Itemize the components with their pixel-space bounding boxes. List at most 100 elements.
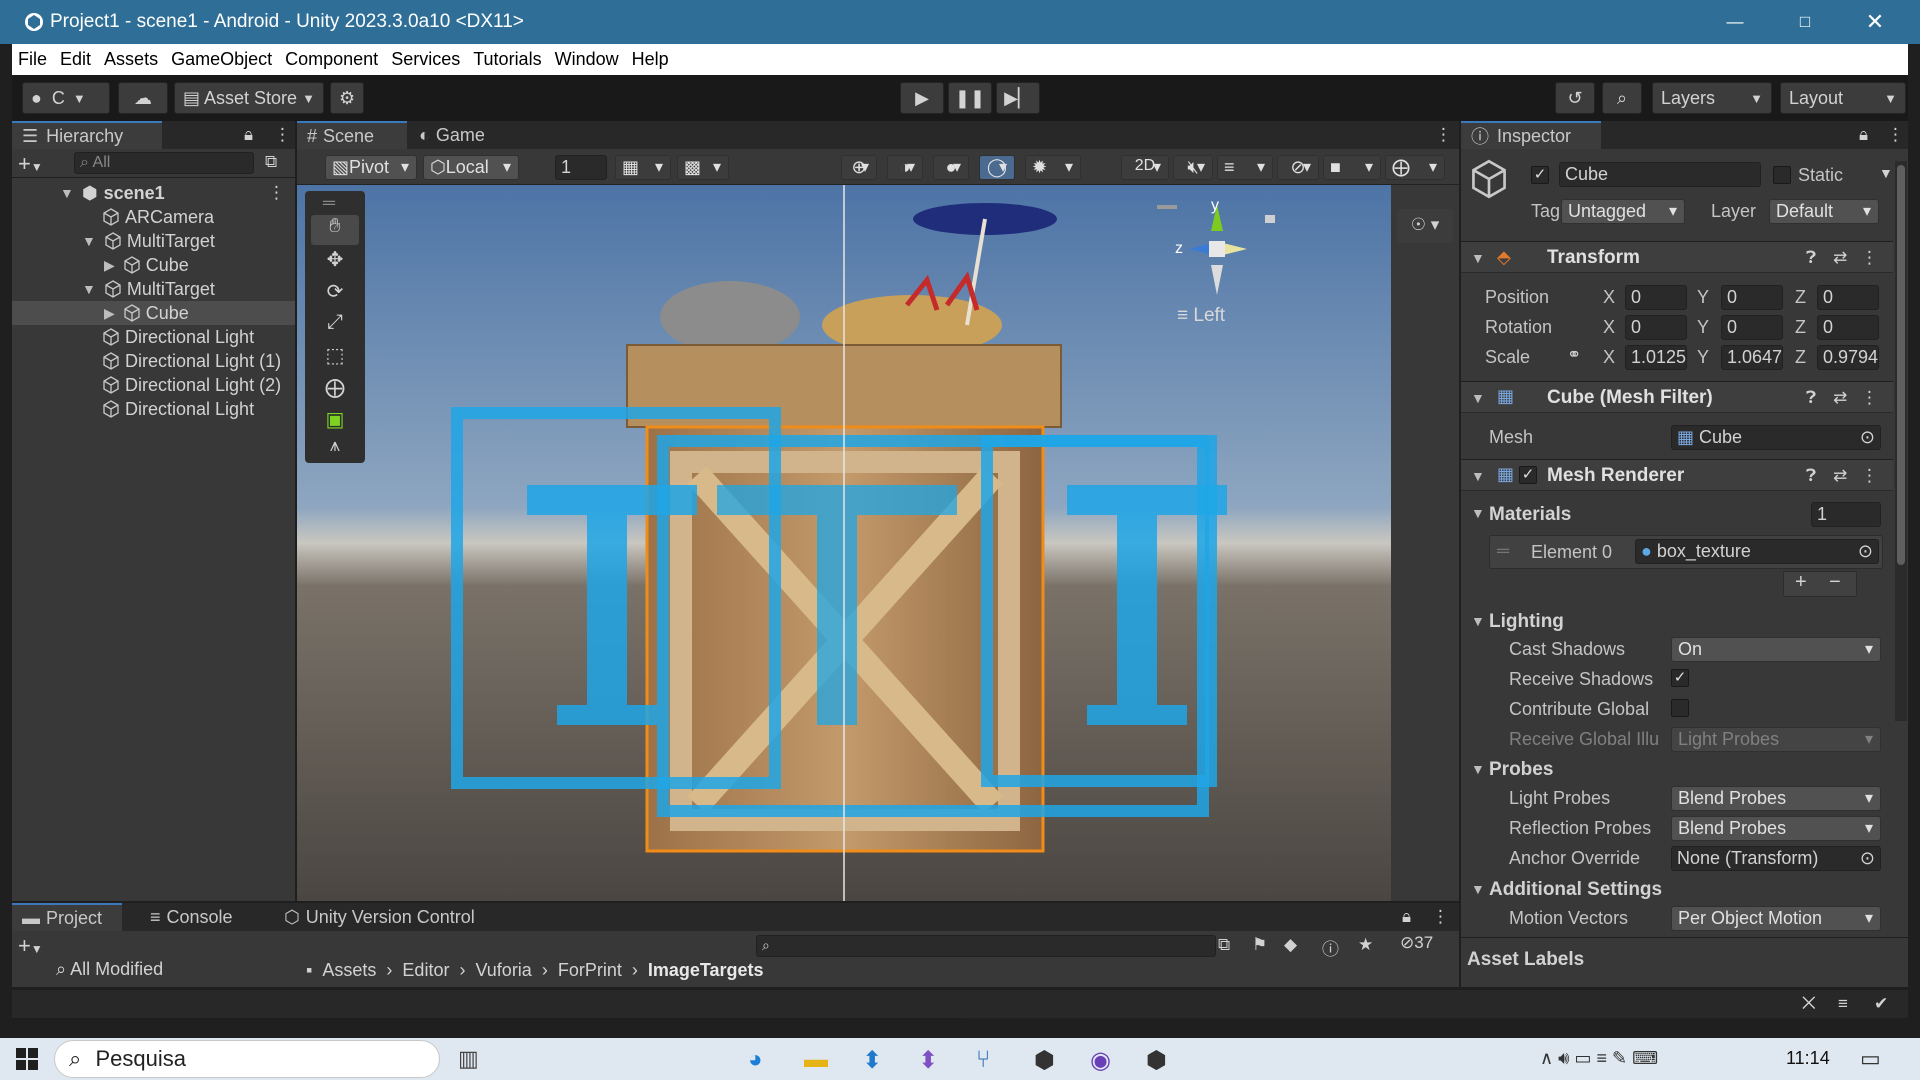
task-view-icon[interactable]: ▥ [458,1046,479,1072]
component-more-icon[interactable]: ⋮ [1861,388,1878,408]
list-item[interactable]: Directional Light (2) [102,373,295,397]
increment-snap-icon[interactable]: ▩ [677,155,729,180]
light-probes-dropdown[interactable]: Blend Probes [1671,786,1881,811]
unity-editor-icon[interactable]: ⬢ [1146,1046,1167,1075]
app-icon[interactable]: ◉ [1090,1046,1111,1075]
position-x-field[interactable]: 0 [1625,285,1687,310]
warning-icon[interactable]: ⓘ [1322,935,1339,960]
materials-count-field[interactable]: 1 [1811,502,1881,527]
hidden-objects-icon[interactable]: ⊘ [1277,155,1319,180]
audio-mute-icon[interactable]: 🔇︎ [1173,155,1213,180]
scene-viewport[interactable]: y z ≡ Left [297,185,1391,901]
menu-edit[interactable]: Edit [60,49,91,70]
search-filter-icon[interactable]: ⧉ [265,152,277,172]
constrain-proportions-icon[interactable]: ⚭ [1567,345,1581,365]
debug-draw-icon[interactable]: ✹ [1025,155,1081,180]
inspector-scrollbar[interactable] [1895,161,1907,721]
menu-file[interactable]: File [18,49,47,70]
scale-z-field[interactable]: 0.9794 [1817,345,1879,370]
list-item[interactable]: ▶ Cube [104,253,189,277]
contribute-gi-checkbox[interactable] [1671,699,1689,717]
remove-element-button[interactable]: − [1829,571,1841,594]
pivot-dropdown[interactable]: ▧Pivot [325,155,417,180]
maximize-button[interactable]: □ [1770,0,1840,44]
tab-scene[interactable]: # Scene [297,121,407,149]
help-icon[interactable]: ❓︎ [1806,248,1816,268]
list-item[interactable]: ▼ MultiTarget [82,229,215,253]
list-item[interactable]: ▶ Cube [104,301,189,325]
breadcrumb-forprint[interactable]: ForPrint [558,960,622,981]
menu-tutorials[interactable]: Tutorials [473,49,541,70]
tray-icons[interactable]: ∧ 🔊︎ ▭ ≡ ✎ ⌨ [1540,1048,1658,1069]
list-item[interactable]: Directional Light [102,325,254,349]
shading-wire-icon[interactable]: ⊕ [841,155,877,180]
menu-component[interactable]: Component [285,49,378,70]
custom-tool-icon[interactable]: ▣ [311,407,359,437]
cast-shadows-dropdown[interactable]: On [1671,637,1881,662]
create-button[interactable]: +▼ [18,933,43,959]
lock-icon[interactable]: 🔒︎ [1402,907,1411,927]
account-button[interactable]: ● C ▼ [22,82,110,114]
grid-size-field[interactable]: 1 [555,155,607,180]
tab-console[interactable]: ≡ Console [140,903,260,931]
favorite-icon[interactable]: ★ [1358,935,1373,955]
help-icon[interactable]: ❓︎ [1806,466,1816,486]
more-icon[interactable]: ⋮ [1432,907,1449,927]
scale-x-field[interactable]: 1.0125 [1625,345,1687,370]
tab-project[interactable]: ▬ Project [12,903,122,931]
windows-start-icon[interactable] [16,1048,38,1070]
list-item[interactable]: ▼ ⬢ scene1 [60,181,165,205]
gizmos-icon[interactable]: ⨁ [1385,155,1445,180]
rotation-y-field[interactable]: 0 [1721,315,1783,340]
preset-icon[interactable]: ⇄ [1833,388,1847,408]
preset-icon[interactable]: ⇄ [1833,248,1847,268]
list-item[interactable]: Directional Light [102,397,254,421]
layout-dropdown[interactable]: Layout ▼ [1780,82,1906,114]
reflection-probes-dropdown[interactable]: Blend Probes [1671,816,1881,841]
close-button[interactable]: ✕ [1840,0,1910,44]
asset-store-button[interactable]: ▤ Asset Store ▼ [174,82,324,114]
help-icon[interactable]: ❓︎ [1806,388,1816,408]
scene-more-icon[interactable]: ⋮ [268,183,285,203]
visual-studio-icon[interactable]: ⬍ [918,1046,938,1075]
scale-y-field[interactable]: 1.0647 [1721,345,1783,370]
list-item[interactable]: ▼ MultiTarget [82,277,215,301]
list-item[interactable]: Directional Light (1) [102,349,281,373]
vscode-icon[interactable]: ⬍ [862,1046,882,1075]
tag-dropdown[interactable]: Untagged [1561,199,1685,224]
preset-icon[interactable]: ⇄ [1833,466,1847,486]
position-z-field[interactable]: 0 [1817,285,1879,310]
list-item[interactable]: ARCamera [102,205,214,229]
rotate-tool-icon[interactable]: ⟳ [311,279,359,309]
unity-hub-icon[interactable]: ⬢ [1034,1046,1055,1075]
minimize-button[interactable]: — [1700,0,1770,44]
position-y-field[interactable]: 0 [1721,285,1783,310]
mode-2d-button[interactable]: 2D [1121,155,1169,180]
view-orientation-label[interactable]: ≡ Left [1177,305,1225,327]
settings-icon[interactable]: ⚙ [330,82,364,114]
camera-icon[interactable]: ■ [1323,155,1381,180]
rect-tool-icon[interactable]: ⬚ [311,343,359,373]
clock[interactable]: 11:14 [1786,1048,1830,1069]
menu-help[interactable]: Help [632,49,669,70]
hidden-packages-counter[interactable]: ⊘37 [1400,933,1433,953]
material-field[interactable]: ● box_texture ⊙ [1635,539,1879,564]
orientation-icon[interactable]: ☉ ▾ [1397,209,1453,243]
cloud-icon[interactable]: ☁ [118,82,168,114]
menu-gameobject[interactable]: GameObject [171,49,272,70]
explorer-icon[interactable]: ▬ [804,1046,828,1074]
more-icon[interactable]: ⋮ [274,125,291,145]
play-button[interactable]: ▶ [900,82,944,114]
receive-shadows-checkbox[interactable]: ✓ [1671,669,1689,687]
menu-services[interactable]: Services [391,49,460,70]
layer-dropdown[interactable]: Default [1769,199,1879,224]
project-search-input[interactable]: ⌕ [756,935,1216,957]
reorder-handle-icon[interactable]: ═ [1497,541,1509,561]
shading-shaded-icon[interactable]: ● [933,155,969,180]
more-icon[interactable]: ⋮ [1887,125,1904,145]
effects-icon[interactable]: ≡ [1217,155,1273,180]
transform-header[interactable]: ▼ ⬘ Transform ❓︎ ⇄ ⋮ [1461,241,1893,273]
drag-handle-icon[interactable]: ═ [323,193,335,213]
pause-button[interactable]: ❚❚ [948,82,992,114]
object-picker-icon[interactable]: ⊙ [1860,427,1875,448]
